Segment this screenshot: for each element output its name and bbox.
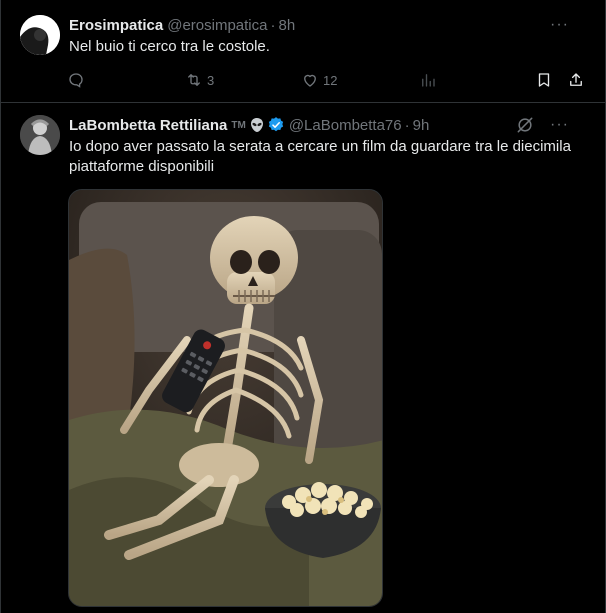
user-handle[interactable]: @erosimpatica xyxy=(167,17,267,34)
action-bar: 3 12 xyxy=(61,68,591,92)
share-button[interactable] xyxy=(567,68,585,92)
timestamp[interactable]: 9h xyxy=(413,117,430,134)
more-icon[interactable]: ··· xyxy=(550,15,569,35)
tweet[interactable]: LaBombetta Rettiliana TM @LaBombetta76 ·… xyxy=(1,103,605,613)
retweet-count: 3 xyxy=(207,72,215,88)
avatar[interactable] xyxy=(20,115,60,155)
avatar[interactable] xyxy=(20,15,60,55)
display-name[interactable]: LaBombetta Rettiliana xyxy=(69,117,227,134)
avatar-image xyxy=(20,15,60,55)
like-button[interactable]: 12 xyxy=(301,68,337,92)
bookmark-button[interactable] xyxy=(535,68,553,92)
views-button[interactable] xyxy=(419,68,437,92)
alien-icon xyxy=(250,118,263,132)
tweet-media-image[interactable] xyxy=(68,189,383,607)
tweet-text: Nel buio ti cerco tra le costole. xyxy=(69,38,270,55)
more-icon[interactable]: ··· xyxy=(550,115,569,135)
skeleton-on-couch-illustration xyxy=(69,190,382,606)
timeline: Erosimpatica @erosimpatica · 8h ··· Nel … xyxy=(0,0,606,613)
tweet-header: Erosimpatica @erosimpatica · 8h ··· xyxy=(69,15,589,35)
tweet-text: Io dopo aver passato la serata a cercare… xyxy=(69,138,571,175)
reply-button[interactable] xyxy=(67,68,89,92)
timestamp[interactable]: 8h xyxy=(278,17,295,34)
like-count: 12 xyxy=(323,72,338,88)
like-icon xyxy=(304,74,316,87)
avatar-image xyxy=(20,115,60,155)
display-name[interactable]: Erosimpatica xyxy=(69,17,163,34)
separator-dot: · xyxy=(270,16,276,34)
tm-badge: TM xyxy=(231,119,246,131)
tweet[interactable]: Erosimpatica @erosimpatica · 8h ··· Nel … xyxy=(1,0,605,103)
grok-icon[interactable] xyxy=(515,115,535,135)
separator-dot: · xyxy=(404,116,410,134)
verified-icon[interactable] xyxy=(267,116,285,134)
retweet-button[interactable]: 3 xyxy=(185,68,214,92)
user-handle[interactable]: @LaBombetta76 xyxy=(289,117,402,134)
reply-icon xyxy=(69,73,83,88)
bookmark-icon xyxy=(538,73,550,87)
tweet-header: LaBombetta Rettiliana TM @LaBombetta76 ·… xyxy=(69,115,589,135)
views-icon xyxy=(422,74,435,87)
share-icon xyxy=(570,73,582,86)
retweet-icon xyxy=(188,74,200,86)
